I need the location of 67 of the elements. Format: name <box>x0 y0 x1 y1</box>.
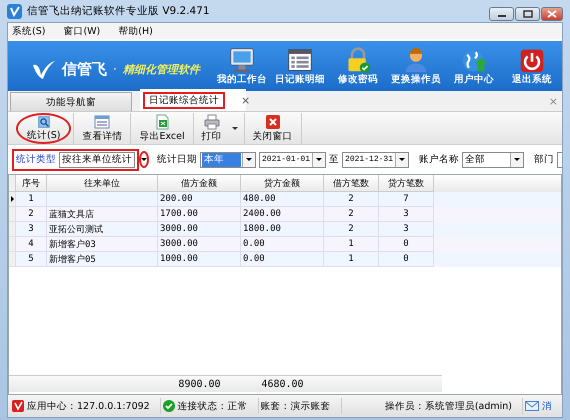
menu-item[interactable]: 系统(S) <box>12 24 46 38</box>
slogan: 精细化管理软件 <box>122 62 200 76</box>
field-label: 账户名称 <box>419 153 460 166</box>
menu-item[interactable]: 帮助(H) <box>118 24 153 38</box>
tab[interactable]: 功能导航窗 <box>10 92 132 111</box>
banner-button[interactable]: 我的工作台 <box>214 46 270 86</box>
maximize-button[interactable] <box>515 7 540 21</box>
magnifier-icon <box>36 114 52 128</box>
toolbar-button[interactable]: 查看详情 <box>76 112 128 144</box>
minimize-button[interactable] <box>489 7 514 21</box>
window-icon <box>94 114 110 130</box>
dropdown-arrow-icon[interactable] <box>514 158 520 161</box>
monitor-icon <box>228 46 256 72</box>
status-text: 应用中心：127.0.0.1:7092 <box>27 400 150 412</box>
list-icon <box>286 46 314 72</box>
printer-icon <box>204 114 220 130</box>
tab[interactable]: 日记账综合统计 × <box>140 89 246 111</box>
caret-icon[interactable] <box>232 126 238 130</box>
field-label: 统计类型 <box>16 153 56 166</box>
toolbar-button[interactable]: 导出Excel <box>133 112 191 144</box>
banner-button[interactable]: 退出系统 <box>504 46 560 86</box>
dropdown-arrow-icon[interactable] <box>316 158 322 161</box>
total-cell-text: 4680.00 <box>260 378 305 390</box>
banner-button[interactable]: 日记账明细 <box>272 46 328 86</box>
row-selector[interactable] <box>9 192 16 207</box>
close-icon <box>547 10 557 18</box>
field-label: 部门 <box>534 153 554 166</box>
banner-button[interactable]: 用户中心 <box>446 46 502 86</box>
spreadsheet-icon <box>154 114 170 130</box>
total-cell-text: 8900.00 <box>177 378 222 390</box>
status-text: 操作员：系统管理员(admin) <box>384 400 512 412</box>
table-cell: 0.00 <box>241 252 324 267</box>
field-label: 至 <box>329 153 340 166</box>
table-cell: 5 <box>16 252 47 267</box>
field-label: 统计日期 <box>157 153 197 166</box>
dropdown-arrow-icon[interactable] <box>246 158 252 161</box>
close-button[interactable] <box>541 7 563 21</box>
app-logo-icon <box>12 400 24 412</box>
separator: · <box>113 62 117 76</box>
dropdown-arrow-icon[interactable] <box>399 158 406 161</box>
maximize-icon <box>522 10 532 18</box>
menu-item[interactable]: 窗口(W) <box>63 24 100 38</box>
table-cell: 1 <box>324 252 379 267</box>
check-icon <box>162 400 175 412</box>
brand-name: 信管飞 <box>62 60 107 78</box>
date-field[interactable]: 2021-12-31 <box>342 152 410 168</box>
window-title: 信管飞出纳记账软件专业版 V9.2.471 <box>27 4 210 18</box>
banner-button[interactable]: 更换操作员 <box>388 46 444 86</box>
toolbar-button[interactable]: 关闭窗口 <box>246 112 299 144</box>
envelope-icon <box>525 400 539 412</box>
date-range-dropdown[interactable]: 本年 <box>200 152 256 168</box>
app-logo-icon <box>7 4 22 18</box>
toolbar-button[interactable]: 打印 <box>196 112 228 144</box>
stat-type-dropdown[interactable]: 按往来单位统计 <box>59 152 135 168</box>
dropdown-arrow-button[interactable] <box>139 151 149 168</box>
status-text: 连接状态：正常 <box>178 400 248 412</box>
account-dropdown[interactable]: 全部 <box>462 152 524 168</box>
power-icon <box>518 46 546 72</box>
messages-link[interactable]: 消 <box>542 400 552 412</box>
banner-button[interactable]: 修改密码 <box>330 46 386 86</box>
table-cell: 新增客户05 <box>47 252 158 267</box>
table-cell: 0 <box>379 252 434 267</box>
status-text: 账套：演示账套 <box>260 400 331 412</box>
toolbar-button[interactable]: 统计(S) <box>16 112 72 144</box>
close-icon <box>264 114 281 130</box>
table-cell: 1000.00 <box>158 252 241 267</box>
date-field[interactable]: 2021-01-01 <box>259 152 326 168</box>
